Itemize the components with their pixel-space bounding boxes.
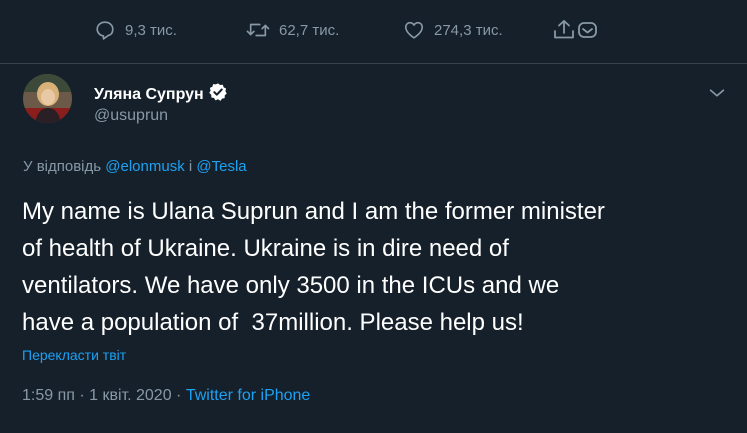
chevron-down-icon <box>706 82 728 104</box>
retweet-count: 62,7 тис. <box>279 21 340 39</box>
more-options-button[interactable] <box>706 82 728 104</box>
tweet-text-line: My name is Ulana Suprun and I am the for… <box>22 198 605 225</box>
reply-icon <box>94 19 116 41</box>
tweet-time[interactable]: 1:59 пп <box>22 387 75 404</box>
author-name-text: Уляна Супрун <box>94 85 204 103</box>
share-icon <box>552 18 600 42</box>
reply-button[interactable]: 9,3 тис. <box>94 18 177 42</box>
retweet-icon <box>246 19 270 41</box>
share-button[interactable] <box>552 18 600 42</box>
translate-tweet-link[interactable]: Перекласти твіт <box>22 347 126 363</box>
avatar[interactable] <box>23 74 72 123</box>
like-button[interactable]: 274,3 тис. <box>403 18 503 42</box>
mention-tesla[interactable]: @Tesla <box>196 158 246 175</box>
divider <box>0 63 747 64</box>
reply-context: У відповідь @elonmusk і @Tesla <box>23 158 247 175</box>
reply-context-joiner: і <box>188 158 193 175</box>
tweet-source-link[interactable]: Twitter for iPhone <box>186 387 311 404</box>
tweet-date[interactable]: 1 квіт. 2020 <box>89 387 171 404</box>
tweet-meta: 1:59 пп · 1 квіт. 2020 · Twitter for iPh… <box>22 387 310 405</box>
meta-separator: · <box>79 387 85 404</box>
tweet-text: My name is Ulana Suprun and I am the for… <box>22 193 734 341</box>
reply-context-prefix: У відповідь <box>23 158 102 175</box>
mention-elonmusk[interactable]: @elonmusk <box>105 158 184 175</box>
author-name[interactable]: Уляна Супрун <box>94 82 228 107</box>
author-handle[interactable]: @usuprun <box>94 107 168 125</box>
heart-icon <box>403 19 425 41</box>
tweet-text-line: of health of Ukraine. Ukraine is in dire… <box>22 235 509 262</box>
tweet-action-bar: 9,3 тис. 62,7 тис. 274,3 тис. <box>0 0 747 62</box>
meta-separator: · <box>176 387 182 404</box>
verified-badge-icon <box>208 82 228 107</box>
reply-count: 9,3 тис. <box>125 21 177 39</box>
tweet-text-line: ventilators. We have only 3500 in the IC… <box>22 272 560 299</box>
retweet-button[interactable]: 62,7 тис. <box>246 18 339 42</box>
tweet-text-line: have a population of 37million. Please h… <box>22 309 524 336</box>
like-count: 274,3 тис. <box>434 21 503 39</box>
